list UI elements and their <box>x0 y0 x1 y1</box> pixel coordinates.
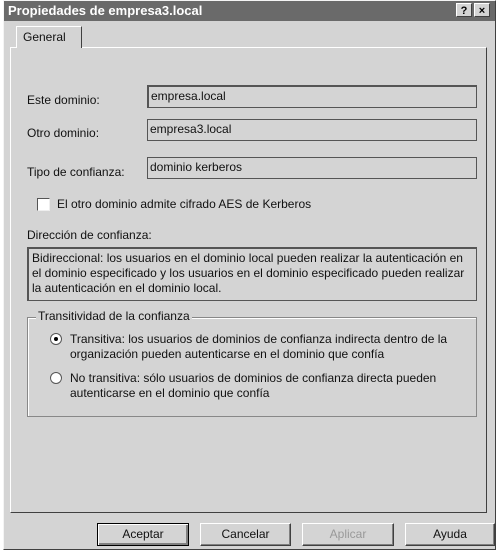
aceptar-button[interactable]: Aceptar <box>97 523 189 546</box>
tipo-confianza-label: Tipo de confianza: <box>27 165 125 179</box>
window-title: Propiedades de empresa3.local <box>8 3 203 18</box>
tipo-confianza-field[interactable]: dominio kerberos <box>147 157 477 179</box>
close-button[interactable]: × <box>474 3 490 17</box>
transitividad-legend: Transitividad de la confianza <box>36 309 192 323</box>
tab-general[interactable]: General <box>16 26 82 48</box>
direccion-label: Dirección de confianza: <box>27 228 152 242</box>
aes-checkbox[interactable] <box>37 198 50 211</box>
este-dominio-label: Este dominio: <box>27 93 100 107</box>
aes-checkbox-label[interactable]: El otro dominio admite cifrado AES de Ke… <box>57 197 311 211</box>
no-transitiva-radio[interactable] <box>50 372 62 384</box>
otro-dominio-label: Otro dominio: <box>27 126 100 140</box>
properties-dialog: Propiedades de empresa3.local ? × Genera… <box>3 0 496 550</box>
radio-selected-dot <box>54 337 58 341</box>
aplicar-button[interactable]: Aplicar <box>302 523 394 546</box>
cancelar-button[interactable]: Cancelar <box>200 523 291 546</box>
direccion-description: Bidireccional: los usuarios en el domini… <box>27 247 477 301</box>
otro-dominio-field[interactable]: empresa3.local <box>147 119 477 141</box>
transitiva-radio[interactable] <box>50 333 62 345</box>
transitiva-label[interactable]: Transitiva: los usuarios de dominios de … <box>70 332 465 362</box>
este-dominio-field[interactable]: empresa.local <box>147 85 477 108</box>
ayuda-button[interactable]: Ayuda <box>405 523 495 546</box>
title-bar: Propiedades de empresa3.local ? × <box>4 1 495 21</box>
no-transitiva-label[interactable]: No transitiva: sólo usuarios de dominios… <box>70 371 465 401</box>
help-button[interactable]: ? <box>456 3 472 17</box>
